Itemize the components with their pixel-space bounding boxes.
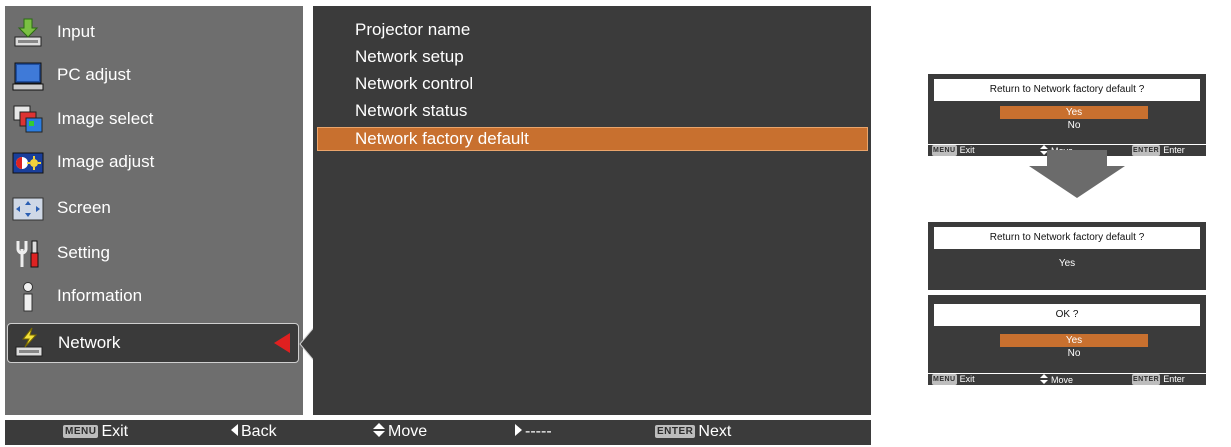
dialog-exit-label: Exit <box>959 374 975 384</box>
dialog-question: OK ? <box>934 304 1200 326</box>
sidebar-item-image-adjust[interactable]: Image adjust <box>5 142 303 185</box>
dialog-move-label: Move <box>1051 375 1074 385</box>
up-down-arrow-icon <box>1040 374 1048 384</box>
help-right: ----- <box>515 423 552 441</box>
menu-key-icon: MENU <box>932 145 957 156</box>
help-bar: MENU Exit Back Move ----- ENTER Next <box>5 420 871 445</box>
submenu-item-network-status[interactable]: Network status <box>355 101 467 121</box>
submenu-item-network-setup[interactable]: Network setup <box>355 47 464 67</box>
help-back: Back <box>231 423 277 441</box>
ok-confirm-dialog: OK ? Yes No <box>928 295 1206 373</box>
network-submenu-panel: Projector name Network setup Network con… <box>313 6 871 415</box>
dialog-answer: Yes <box>1058 258 1076 269</box>
enter-key-icon: ENTER <box>655 425 696 438</box>
setting-icon <box>16 240 39 268</box>
sidebar-item-information[interactable]: Information <box>5 276 303 319</box>
dialog-question: Return to Network factory default ? <box>934 227 1200 249</box>
sidebar-item-network[interactable]: Network <box>7 323 299 363</box>
dialog-option-yes[interactable]: Yes <box>1000 106 1148 119</box>
right-arrow-icon <box>515 424 522 436</box>
menu-key-icon: MENU <box>932 374 957 385</box>
help-move-label: Move <box>388 423 428 440</box>
dialog-option-no[interactable]: No <box>1000 347 1148 360</box>
dialog-enter-label: Enter <box>1163 374 1185 384</box>
submenu-item-network-factory-default[interactable]: Network factory default <box>317 127 868 151</box>
enter-key-icon: ENTER <box>1132 374 1161 385</box>
sidebar-item-pc-adjust[interactable]: PC adjust <box>5 55 303 98</box>
main-menu-sidebar: Input PC adjust Image select Image adjus… <box>5 6 303 415</box>
selection-pointer-icon <box>274 333 290 353</box>
flow-down-arrow-icon <box>1029 150 1125 198</box>
help-right-label: ----- <box>525 423 552 440</box>
help-exit-label: Exit <box>101 423 129 440</box>
dialog-exit-label: Exit <box>959 145 975 155</box>
help-move: Move <box>373 423 427 441</box>
help-exit: MENU Exit <box>63 423 128 441</box>
information-icon <box>23 282 33 312</box>
submenu-item-network-control[interactable]: Network control <box>355 74 473 94</box>
help-next: ENTER Next <box>655 423 731 441</box>
sidebar-item-screen[interactable]: Screen <box>5 188 303 231</box>
sidebar-item-label: Image select <box>57 109 154 128</box>
sidebar-item-label: Setting <box>57 243 110 262</box>
help-back-label: Back <box>241 423 277 440</box>
dialog-question: Return to Network factory default ? <box>934 79 1200 101</box>
enter-key-icon: ENTER <box>1132 145 1161 156</box>
network-icon <box>15 327 43 357</box>
factory-default-answer-dialog: Return to Network factory default ? Yes <box>928 222 1206 290</box>
factory-default-confirm-dialog: Return to Network factory default ? Yes … <box>928 74 1206 144</box>
help-next-label: Next <box>698 423 732 440</box>
menu-key-icon: MENU <box>63 425 99 438</box>
sidebar-item-setting[interactable]: Setting <box>5 233 303 276</box>
pc-adjust-icon <box>12 62 44 91</box>
input-icon <box>14 18 42 47</box>
sidebar-item-label: Information <box>57 286 143 305</box>
up-down-arrow-icon <box>373 423 385 437</box>
screen-icon <box>12 197 44 221</box>
sidebar-item-image-select[interactable]: Image select <box>5 99 303 142</box>
image-select-icon <box>13 105 43 133</box>
image-adjust-icon <box>12 152 44 174</box>
sidebar-item-label: PC adjust <box>57 65 131 84</box>
sidebar-item-label: Network <box>58 333 121 352</box>
dialog-option-yes[interactable]: Yes <box>1000 334 1148 347</box>
sidebar-item-label: Image adjust <box>57 152 155 171</box>
sidebar-item-label: Screen <box>57 198 111 217</box>
sidebar-item-input[interactable]: Input <box>5 12 303 55</box>
dialog-enter-label: Enter <box>1163 145 1185 155</box>
dialog-help-bar: MENUExit Move ENTEREnter <box>928 374 1206 385</box>
dialog-option-no[interactable]: No <box>1000 119 1148 132</box>
sidebar-item-label: Input <box>57 22 95 41</box>
left-arrow-icon <box>231 424 238 436</box>
submenu-item-projector-name[interactable]: Projector name <box>355 20 470 40</box>
